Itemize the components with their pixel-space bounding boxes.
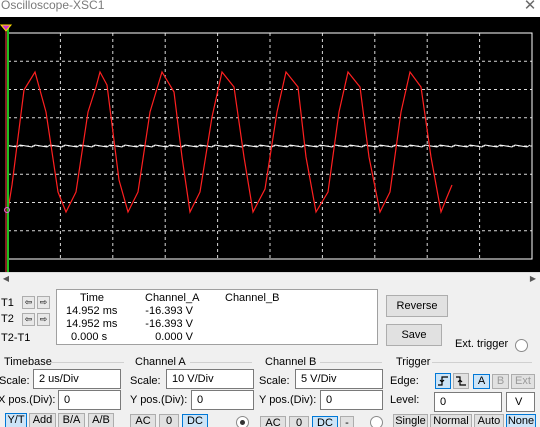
- t2-left-arrow-icon[interactable]: ⇦: [22, 313, 35, 326]
- reverse-button[interactable]: Reverse: [386, 295, 448, 317]
- rising-edge-glyph: [438, 376, 448, 386]
- channel-b-scale-label: Scale:: [259, 375, 290, 387]
- trigger-source-a-button[interactable]: A: [473, 374, 490, 389]
- channel-a-ypos-field[interactable]: 0: [191, 390, 254, 410]
- channel-b-ypos-label: Y pos.(Div):: [259, 394, 317, 406]
- readout-row3-channel-a: 0.000 V: [155, 331, 193, 343]
- trigger-level-label: Level:: [390, 394, 420, 406]
- readout-row3-time: 0.000 s: [71, 331, 108, 343]
- channel-a-coupling-zero-button[interactable]: 0: [159, 414, 179, 427]
- title-bar: Oscilloscope-XSC1 ✕: [0, 0, 540, 17]
- t2-right-arrow-icon[interactable]: ⇨: [37, 313, 50, 326]
- trigger-mode-none-button[interactable]: None: [506, 414, 536, 427]
- channel-b-terminal[interactable]: [370, 416, 383, 427]
- timebase-scale-label: Scale:: [0, 375, 30, 387]
- scroll-left-icon[interactable]: ◀: [0, 273, 12, 285]
- channel-b-coupling-dc-button[interactable]: DC: [312, 416, 338, 427]
- ext-trigger-terminal[interactable]: [515, 339, 528, 352]
- t1-left-arrow-icon[interactable]: ⇦: [22, 296, 35, 309]
- cursor-readout-table: Time Channel_A Channel_B 14.952 ms -16.3…: [56, 289, 378, 345]
- timebase-title: Timebase: [4, 356, 52, 368]
- channel-a-coupling-ac-button[interactable]: AC: [130, 414, 156, 427]
- readout-header-channel-b: Channel_B: [225, 292, 280, 304]
- readout-header-time: Time: [80, 292, 105, 304]
- t1-right-arrow-icon[interactable]: ⇨: [37, 296, 50, 309]
- close-icon[interactable]: ✕: [520, 0, 540, 15]
- channel-b-divider: [320, 362, 382, 363]
- save-button[interactable]: Save: [386, 324, 442, 346]
- channel-b-scale-field[interactable]: 5 V/Div: [295, 369, 383, 389]
- readout-row1-time: 14.952 ms: [66, 305, 118, 317]
- timebase-mode-b-a-button[interactable]: B/A: [58, 413, 85, 427]
- channel-a-title: Channel A: [135, 356, 186, 368]
- rising-edge-icon[interactable]: [435, 373, 451, 389]
- channel-b-trace: [7, 144, 531, 148]
- horizontal-scrollbar[interactable]: ◀ ▶: [0, 272, 540, 285]
- trigger-mode-auto-button[interactable]: Auto: [474, 414, 504, 427]
- channel-a-ypos-label: Y pos.(Div):: [130, 394, 188, 406]
- trigger-title: Trigger: [396, 356, 431, 368]
- channel-a-terminal-dot: [240, 420, 245, 425]
- channel-a-coupling-dc-button[interactable]: DC: [182, 414, 208, 427]
- falling-edge-icon[interactable]: [453, 373, 469, 389]
- cursor-t1-label: T1: [1, 297, 14, 309]
- timebase-scale-field[interactable]: 2 us/Div: [33, 369, 121, 389]
- cursor-marker-icon: [0, 24, 13, 32]
- trigger-source-b-button[interactable]: B: [492, 374, 509, 389]
- trigger-divider: [432, 362, 532, 363]
- trigger-mode-single-button[interactable]: Single: [393, 414, 428, 427]
- channel-b-title: Channel B: [265, 356, 317, 368]
- trigger-level-field[interactable]: 0: [434, 392, 502, 412]
- channel-a-scale-label: Scale:: [130, 375, 161, 387]
- ext-trigger-label: Ext. trigger: [455, 338, 509, 350]
- channel-b-coupling-minus-button[interactable]: -: [340, 416, 354, 427]
- falling-edge-glyph: [456, 376, 466, 386]
- waveform-display: [0, 24, 533, 272]
- cursor-t2-label: T2: [1, 313, 14, 325]
- trigger-source-ext-button[interactable]: Ext: [511, 374, 535, 389]
- channel-a-divider: [190, 362, 252, 363]
- scroll-right-icon[interactable]: ▶: [527, 273, 539, 285]
- timebase-mode-y-t-button[interactable]: Y/T: [5, 413, 27, 427]
- timebase-mode-a-b-button[interactable]: A/B: [88, 413, 114, 427]
- channel-a-trace: [7, 70, 453, 215]
- channel-a-scale-field[interactable]: 10 V/Div: [166, 369, 254, 389]
- cursor-diff-label: T2-T1: [1, 332, 31, 344]
- channel-b-coupling-ac-button[interactable]: AC: [260, 416, 286, 427]
- channel-a-terminal[interactable]: [236, 416, 249, 427]
- timebase-xpos-label: X pos.(Div):: [0, 394, 56, 406]
- readout-row2-channel-a: -16.393 V: [145, 318, 193, 330]
- oscilloscope-screen: [0, 17, 540, 272]
- readout-header-channel-a: Channel_A: [145, 292, 200, 304]
- readout-row2-time: 14.952 ms: [66, 318, 118, 330]
- timebase-mode-add-button[interactable]: Add: [29, 413, 56, 427]
- trigger-level-unit[interactable]: V: [506, 392, 535, 412]
- window-title: Oscilloscope-XSC1: [1, 0, 105, 12]
- channel-b-coupling-zero-button[interactable]: 0: [289, 416, 309, 427]
- readout-row1-channel-a: -16.393 V: [145, 305, 193, 317]
- timebase-xpos-field[interactable]: 0: [58, 390, 121, 410]
- channel-b-ypos-field[interactable]: 0: [320, 390, 383, 410]
- trigger-mode-normal-button[interactable]: Normal: [430, 414, 472, 427]
- timebase-divider: [50, 362, 124, 363]
- trigger-edge-label: Edge:: [390, 375, 419, 387]
